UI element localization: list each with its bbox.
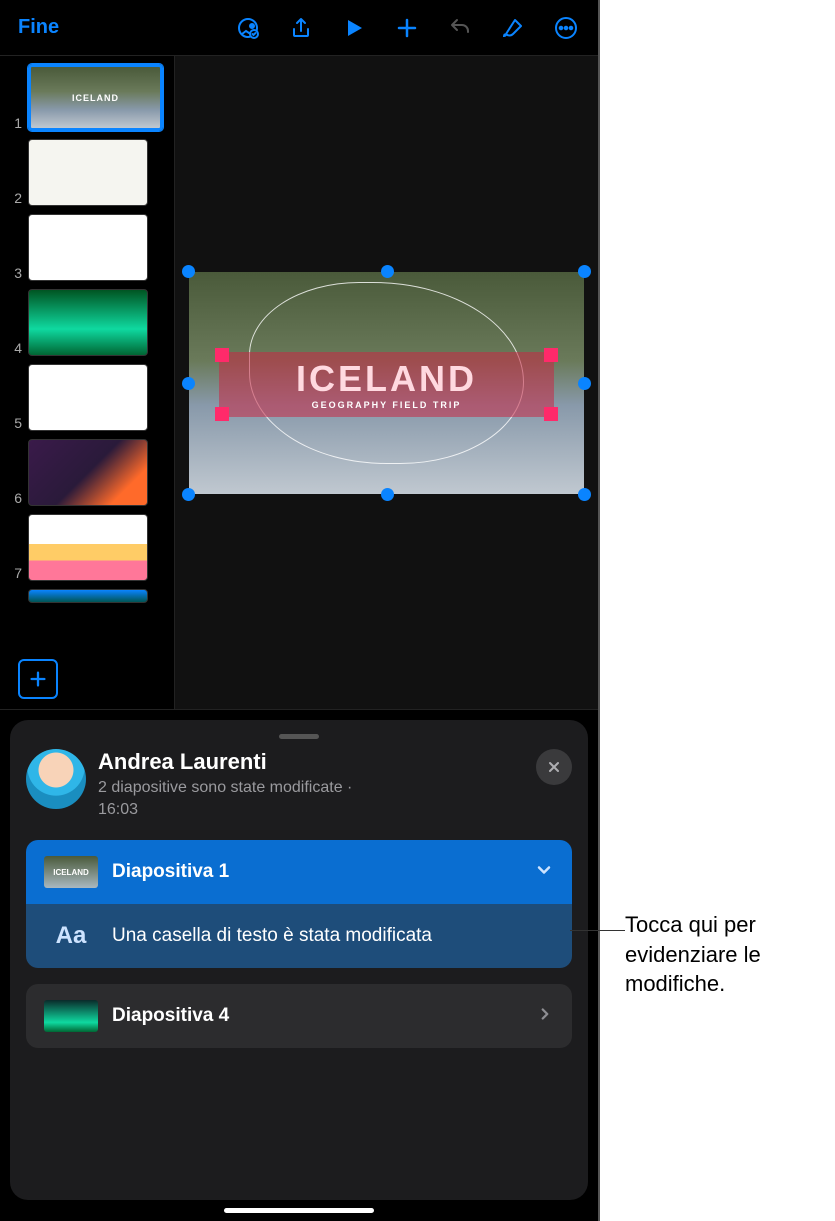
user-info: Andrea Laurenti 2 diapositive sono state… (98, 749, 524, 820)
thumb-number: 3 (8, 265, 22, 281)
toolbar: Fine (0, 0, 598, 55)
resize-handle[interactable] (182, 377, 195, 390)
thumb-image[interactable] (28, 439, 148, 506)
activity-item-header[interactable]: ICELAND Diapositiva 1 (26, 840, 572, 904)
done-button[interactable]: Fine (18, 16, 59, 39)
resize-handle[interactable] (578, 488, 591, 501)
slide-thumb-icon (44, 1000, 98, 1032)
format-brush-icon[interactable] (499, 14, 527, 42)
activity-detail-text: Una casella di testo è stata modificata (112, 925, 554, 947)
user-avatar (26, 749, 86, 809)
add-icon[interactable] (393, 14, 421, 42)
activity-item-slide-1[interactable]: ICELAND Diapositiva 1 Aa Una casella di … (26, 840, 572, 968)
collaborate-icon[interactable] (234, 14, 262, 42)
slide-thumb-5[interactable]: 5 (8, 364, 166, 431)
device-frame: Fine (0, 0, 600, 1221)
editor-area: 1 ICELAND 2 3 4 5 6 (0, 55, 598, 710)
text-selection-corner (215, 348, 229, 362)
chevron-down-icon (534, 860, 554, 885)
activity-item-title: Diapositiva 4 (112, 1005, 522, 1027)
sheet-header: Andrea Laurenti 2 diapositive sono state… (26, 749, 572, 820)
text-edit-icon: Aa (44, 920, 98, 952)
activity-item-header[interactable]: Diapositiva 4 (26, 984, 572, 1048)
share-icon[interactable] (287, 14, 315, 42)
sheet-grabber[interactable] (279, 734, 319, 739)
slide-thumb-6[interactable]: 6 (8, 439, 166, 506)
slide-thumb-3[interactable]: 3 (8, 214, 166, 281)
thumb-image[interactable] (28, 589, 148, 603)
slide-title: ICELAND (296, 358, 477, 400)
slide-thumb-4[interactable]: 4 (8, 289, 166, 356)
resize-handle[interactable] (182, 265, 195, 278)
slide-navigator[interactable]: 1 ICELAND 2 3 4 5 6 (0, 56, 175, 709)
resize-handle[interactable] (381, 488, 394, 501)
thumb-number: 4 (8, 340, 22, 356)
text-selection-corner (544, 407, 558, 421)
thumb-number: 7 (8, 565, 22, 581)
add-slide-button[interactable] (18, 659, 58, 699)
slide-thumb-2[interactable]: 2 (8, 139, 166, 206)
thumb-image[interactable] (28, 364, 148, 431)
thumb-number: 6 (8, 490, 22, 506)
home-indicator[interactable] (224, 1208, 374, 1213)
resize-handle[interactable] (578, 265, 591, 278)
title-text-box[interactable]: ICELAND GEOGRAPHY FIELD TRIP (219, 352, 554, 417)
resize-handle[interactable] (578, 377, 591, 390)
selected-slide-object[interactable]: ICELAND GEOGRAPHY FIELD TRIP (189, 272, 584, 494)
slide-thumb-icon: ICELAND (44, 856, 98, 888)
thumb-number: 5 (8, 415, 22, 431)
callout-line (570, 930, 625, 931)
thumb-label: ICELAND (72, 93, 119, 103)
thumb-image[interactable] (28, 139, 148, 206)
resize-handle[interactable] (381, 265, 394, 278)
thumb-image[interactable]: ICELAND (28, 64, 163, 131)
text-selection-corner (215, 407, 229, 421)
activity-item-title: Diapositiva 1 (112, 861, 520, 883)
separator: · (347, 779, 352, 796)
activity-sheet[interactable]: Andrea Laurenti 2 diapositive sono state… (10, 720, 588, 1200)
slide-subtitle: GEOGRAPHY FIELD TRIP (312, 400, 462, 410)
text-selection-corner (544, 348, 558, 362)
chevron-right-icon (536, 1005, 554, 1028)
close-button[interactable] (536, 749, 572, 785)
activity-item-slide-4[interactable]: Diapositiva 4 (26, 984, 572, 1048)
activity-time: 16:03 (98, 801, 138, 818)
play-icon[interactable] (340, 14, 368, 42)
thumb-image[interactable] (28, 289, 148, 356)
user-name: Andrea Laurenti (98, 749, 524, 775)
thumb-number: 1 (8, 115, 22, 131)
thumb-image[interactable] (28, 514, 148, 581)
activity-summary: 2 diapositive sono state modificate · 16… (98, 777, 524, 820)
thumb-number: 2 (8, 190, 22, 206)
slide-canvas[interactable]: ICELAND GEOGRAPHY FIELD TRIP (175, 56, 598, 709)
resize-handle[interactable] (182, 488, 195, 501)
activity-item-detail[interactable]: Aa Una casella di testo è stata modifica… (26, 904, 572, 968)
undo-icon (446, 14, 474, 42)
slide-thumb-8-partial[interactable] (8, 589, 166, 603)
slide-thumb-1[interactable]: 1 ICELAND (8, 64, 166, 131)
more-icon[interactable] (552, 14, 580, 42)
thumb-image[interactable] (28, 214, 148, 281)
summary-text: 2 diapositive sono state modificate (98, 779, 343, 796)
slide-thumb-7[interactable]: 7 (8, 514, 166, 581)
toolbar-actions (234, 14, 580, 42)
callout-text: Tocca qui per evidenziare le modifiche. (625, 910, 825, 999)
